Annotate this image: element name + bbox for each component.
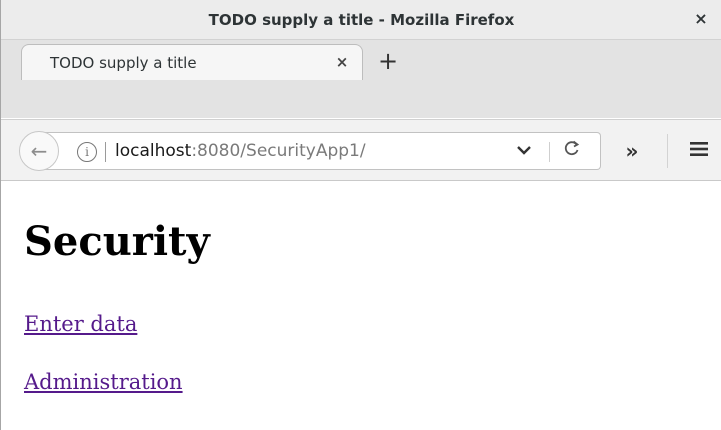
title-bar: TODO supply a title - Mozilla Firefox × (1, 0, 721, 40)
url-host: localhost (115, 141, 192, 161)
enter-data-link[interactable]: Enter data (24, 311, 137, 337)
dropdown-chevron-icon[interactable] (511, 133, 537, 169)
page-title: Security (24, 218, 210, 265)
url-divider-2 (549, 142, 550, 162)
url-path: :8080/SecurityApp1/ (191, 141, 366, 161)
reload-icon[interactable] (557, 133, 587, 169)
new-tab-icon[interactable]: + (373, 46, 403, 76)
hamburger-menu-icon[interactable] (681, 132, 717, 170)
administration-link[interactable]: Administration (24, 369, 183, 395)
close-icon[interactable]: × (690, 8, 712, 30)
tab-active[interactable]: TODO supply a title × (21, 44, 363, 80)
url-divider (105, 142, 106, 162)
tab-close-icon[interactable]: × (332, 52, 352, 72)
window-title: TODO supply a title - Mozilla Firefox (208, 11, 515, 29)
page-content: Security Enter data Administration (2, 182, 721, 430)
toolbar-divider (667, 134, 668, 168)
back-button[interactable]: ← (19, 131, 59, 171)
back-arrow-icon: ← (30, 139, 48, 163)
url-bar[interactable]: i localhost:8080/SecurityApp1/ (45, 132, 601, 170)
tab-title: TODO supply a title (50, 54, 197, 72)
tab-strip: TODO supply a title × + (1, 40, 721, 118)
browser-window: TODO supply a title - Mozilla Firefox × … (0, 0, 721, 430)
navigation-toolbar: i localhost:8080/SecurityApp1/ ← » (1, 119, 721, 181)
overflow-chevron-icon[interactable]: » (615, 132, 649, 170)
reload-arrow-icon (564, 140, 580, 156)
chevron-down-icon (517, 146, 531, 155)
menu-lines-icon (690, 142, 708, 156)
info-icon[interactable]: i (77, 142, 97, 162)
url-text[interactable]: localhost:8080/SecurityApp1/ (115, 133, 366, 169)
